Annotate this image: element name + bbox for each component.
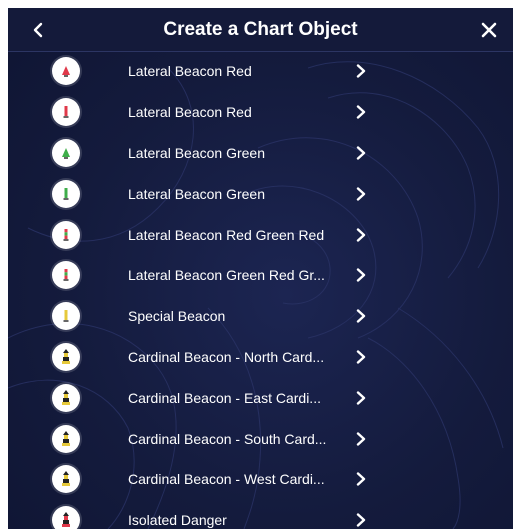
list-item[interactable]: Lateral Beacon Green Red Gr...: [8, 255, 513, 296]
list-item[interactable]: Lateral Beacon Green: [8, 133, 513, 174]
chevron-right-icon: [354, 187, 368, 201]
chevron-right-icon: [354, 268, 368, 283]
cardinal-beacon-icon: [52, 342, 80, 371]
cardinal-beacon-icon: [52, 383, 80, 412]
chevron-right-icon: [354, 472, 368, 487]
beacon-red-icon: [52, 57, 80, 86]
list-item[interactable]: Cardinal Beacon - East Cardi...: [8, 377, 513, 418]
list-item-label: Lateral Beacon Red Green Red: [128, 226, 325, 243]
chevron-right-icon: [354, 309, 368, 323]
list-item-label: Cardinal Beacon - West Cardi...: [128, 471, 325, 488]
list-item[interactable]: Lateral Beacon Green: [8, 173, 513, 214]
list-item[interactable]: Lateral Beacon Red Green Red: [8, 214, 513, 255]
isolated-danger-icon: [52, 506, 80, 529]
page-title: Create a Chart Object: [163, 19, 358, 40]
list-item[interactable]: Cardinal Beacon - West Cardi...: [8, 459, 513, 500]
cardinal-beacon-icon: [52, 424, 80, 453]
list-item-label: Lateral Beacon Green: [128, 144, 265, 161]
list-item-label: Isolated Danger: [128, 512, 227, 529]
beacon-green-icon: [52, 179, 80, 208]
list-item[interactable]: Lateral Beacon Red: [8, 92, 513, 133]
header-bar: Create a Chart Object: [8, 8, 513, 52]
list-item-label: Cardinal Beacon - North Card...: [128, 348, 325, 365]
list-item-label: Special Beacon: [128, 308, 226, 325]
chevron-right-icon: [354, 391, 368, 405]
chevron-right-icon: [354, 64, 368, 79]
list-item-label: Lateral Beacon Green Red Gr...: [128, 267, 325, 284]
list-item-label: Cardinal Beacon - East Cardi...: [128, 389, 321, 406]
chevron-right-icon: [354, 431, 368, 446]
chevron-right-icon: [354, 350, 368, 364]
chevron-right-icon: [354, 105, 368, 119]
beacon-red-green-red-icon: [52, 220, 80, 249]
chevron-right-icon: [354, 227, 368, 242]
close-icon: [481, 22, 497, 37]
chart-object-list: Lateral Beacon Red Lateral Beacon Red Late…: [8, 51, 513, 529]
list-item[interactable]: Isolated Danger: [8, 500, 513, 529]
beacon-red-icon: [52, 98, 80, 127]
chevron-right-icon: [354, 146, 368, 160]
beacon-green-red-green-icon: [52, 261, 80, 290]
list-item-label: Cardinal Beacon - South Card...: [128, 430, 327, 447]
beacon-green-icon: [52, 138, 80, 167]
cardinal-beacon-icon: [52, 465, 80, 494]
list-item-label: Lateral Beacon Red: [128, 104, 252, 121]
list-item[interactable]: Cardinal Beacon - North Card...: [8, 337, 513, 378]
list-item[interactable]: Special Beacon: [8, 296, 513, 337]
close-button[interactable]: [465, 8, 513, 51]
beacon-yellow-icon: [52, 302, 80, 331]
list-item[interactable]: Cardinal Beacon - South Card...: [8, 418, 513, 459]
list-item-label: Lateral Beacon Red: [128, 63, 252, 80]
create-chart-object-panel: Create a Chart Object Lateral Beacon Red…: [8, 8, 513, 529]
chevron-right-icon: [354, 513, 368, 527]
list-item[interactable]: Lateral Beacon Red: [8, 51, 513, 92]
list-item-label: Lateral Beacon Green: [128, 185, 265, 202]
